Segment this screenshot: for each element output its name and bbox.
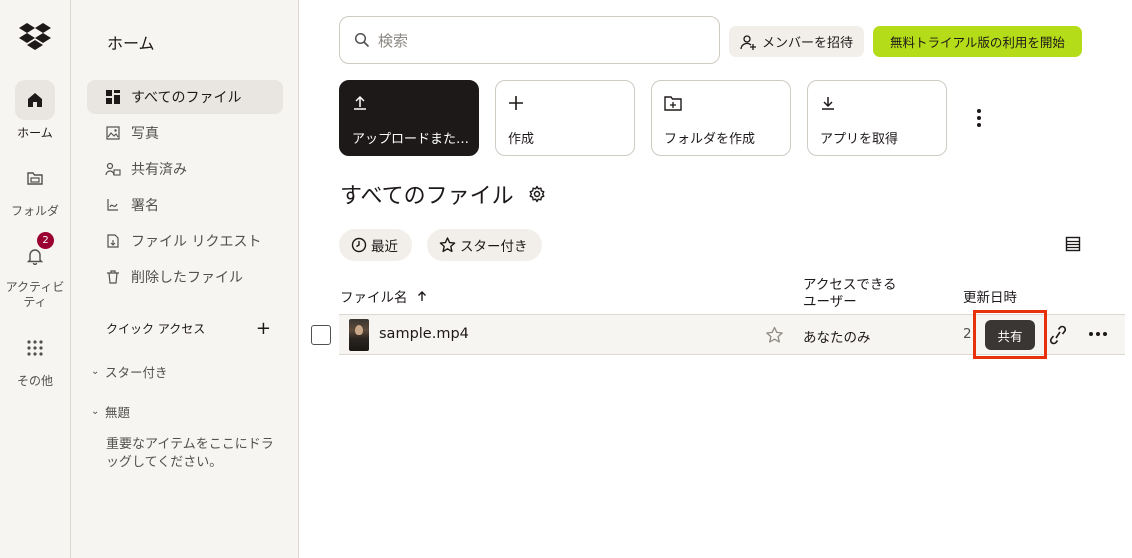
drag-hint-text: 重要なアイテムをここにドラッグしてください。 (106, 437, 274, 470)
filter-recent[interactable]: 最近 (339, 229, 412, 261)
sidebar-item-label: ファイル リクエスト (131, 234, 262, 250)
search-input[interactable]: 検索 (339, 16, 720, 64)
folder-group-label: 無題 (105, 405, 131, 420)
sidebar-item-label: 署名 (131, 198, 159, 214)
upload-label: アップロードまた… (352, 132, 470, 147)
column-header-name[interactable]: ファイル名 (340, 286, 428, 306)
download-icon (820, 95, 836, 111)
sidebar-item-label: すべてのファイル (131, 90, 242, 106)
folder-group-label: スター付き (105, 365, 168, 380)
app-rail: ホーム フォルダ 2 アクティビティ その他 (0, 0, 71, 558)
clock-icon (351, 237, 367, 253)
all-files-icon (105, 89, 121, 105)
rail-item-home[interactable]: ホーム (0, 80, 70, 141)
row-more-options-button[interactable] (1089, 332, 1107, 336)
get-app-label: アプリを取得 (820, 132, 899, 147)
home-icon (15, 80, 55, 120)
page-title-row: すべてのファイル (340, 178, 546, 210)
start-trial-button[interactable]: 無料トライアル版の利用を開始 (873, 26, 1082, 57)
sidebar-item-deleted[interactable]: 削除したファイル (87, 260, 283, 294)
rail-item-label: ホーム (17, 126, 53, 140)
file-name[interactable]: sample.mp4 (379, 326, 469, 342)
column-header-access[interactable]: アクセスできる ユーザー (803, 277, 897, 311)
add-user-icon (740, 34, 757, 50)
add-quick-access-button[interactable]: + (256, 319, 271, 337)
create-folder-label: フォルダを作成 (664, 132, 756, 147)
rail-item-label: フォルダ (10, 204, 59, 218)
sidebar-item-photos[interactable]: 写真 (87, 116, 283, 150)
bell-icon: 2 (15, 232, 55, 276)
sidebar: ホーム すべてのファイル 写真 共有済み 署名 ファイル リクエスト 削除したフ (71, 0, 299, 558)
filter-starred[interactable]: スター付き (427, 229, 542, 261)
column-label: アクセスできる (803, 277, 897, 293)
invite-label: メンバーを招待 (761, 36, 853, 51)
link-icon[interactable] (1050, 325, 1066, 345)
modified-value: 2 (963, 326, 972, 342)
star-icon[interactable] (765, 326, 784, 344)
folder-group-starred[interactable]: ⌄ スター付き (91, 362, 168, 381)
get-app-button[interactable]: アプリを取得 (807, 80, 947, 156)
sort-ascending-icon (416, 290, 428, 302)
grid-icon (15, 328, 55, 368)
row-checkbox[interactable] (311, 325, 331, 345)
search-placeholder: 検索 (378, 31, 409, 50)
quick-access-label: クイック アクセス (106, 322, 206, 336)
column-header-modified[interactable]: 更新日時 (963, 286, 1017, 306)
invite-members-button[interactable]: メンバーを招待 (729, 26, 864, 57)
rail-item-label: その他 (16, 374, 53, 388)
file-request-icon (105, 233, 121, 249)
rail-item-folders[interactable]: フォルダ (0, 158, 70, 219)
create-button[interactable]: 作成 (495, 80, 635, 156)
sidebar-item-label: 共有済み (131, 162, 187, 178)
access-value: あなたのみ (803, 330, 871, 346)
new-folder-icon (664, 95, 682, 111)
chevron-down-icon: ⌄ (91, 366, 100, 377)
create-label: 作成 (508, 132, 535, 147)
quick-access-header: クイック アクセス + (106, 319, 271, 337)
sidebar-title: ホーム (107, 34, 155, 53)
sidebar-item-all-files[interactable]: すべてのファイル (87, 80, 283, 114)
rail-item-more[interactable]: その他 (0, 328, 70, 389)
gear-icon[interactable] (528, 185, 546, 203)
search-icon (354, 32, 370, 48)
filter-label: スター付き (460, 239, 528, 255)
plus-icon (508, 95, 524, 111)
video-thumbnail (349, 319, 369, 351)
filter-label: 最近 (371, 239, 398, 255)
rail-item-label: アクティビティ (5, 280, 65, 309)
sidebar-item-label: 削除したファイル (131, 270, 243, 286)
sidebar-item-shared[interactable]: 共有済み (87, 152, 283, 186)
star-icon (439, 237, 456, 253)
sidebar-item-file-requests[interactable]: ファイル リクエスト (87, 224, 283, 258)
trash-icon (105, 269, 121, 285)
rail-item-activity[interactable]: 2 アクティビティ (0, 232, 70, 310)
list-view-icon[interactable] (1065, 236, 1081, 252)
notification-badge: 2 (37, 232, 54, 249)
column-label: ユーザー (803, 294, 857, 310)
dropbox-logo-icon[interactable] (19, 22, 51, 50)
sidebar-item-signatures[interactable]: 署名 (87, 188, 283, 222)
sidebar-item-label: 写真 (131, 126, 159, 142)
upload-button[interactable]: アップロードまた… (339, 80, 479, 156)
signature-icon (105, 197, 121, 213)
folder-icon (15, 158, 55, 198)
more-actions-button[interactable] (968, 105, 990, 131)
page-title: すべてのファイル (340, 184, 514, 209)
create-folder-button[interactable]: フォルダを作成 (651, 80, 791, 156)
upload-icon (352, 95, 368, 111)
chevron-down-icon: ⌄ (91, 406, 100, 417)
photo-icon (105, 125, 121, 141)
folder-group-untitled[interactable]: ⌄ 無題 (91, 402, 130, 421)
column-label: ファイル名 (340, 290, 408, 306)
highlight-box (973, 310, 1047, 359)
shared-icon (105, 161, 121, 177)
